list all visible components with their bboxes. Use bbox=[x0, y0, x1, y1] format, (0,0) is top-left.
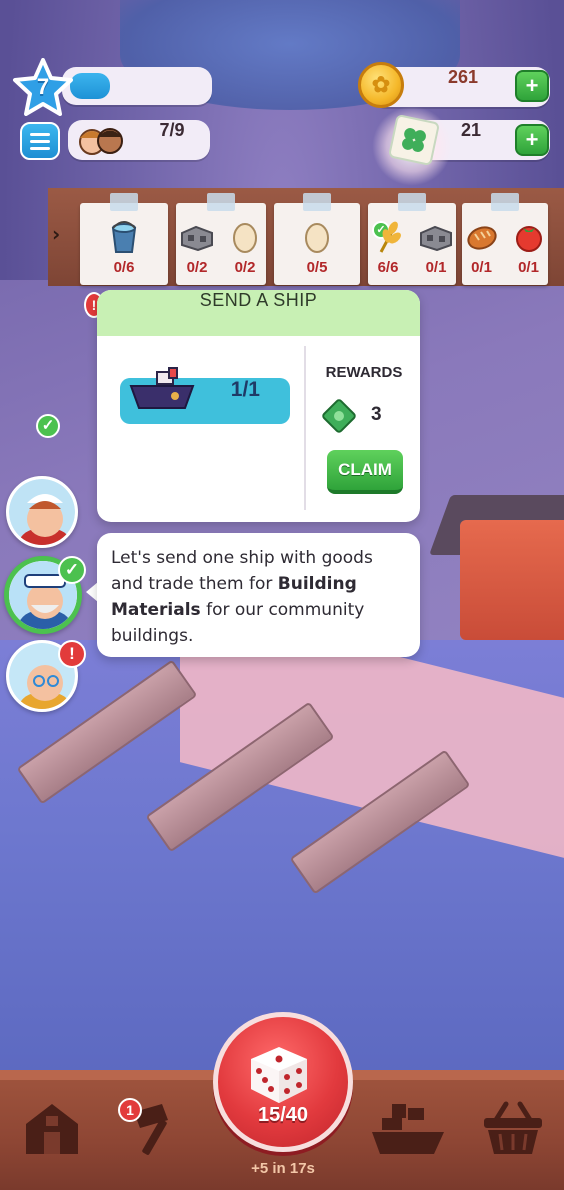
order-count: 0/6 bbox=[113, 259, 135, 276]
claim-button[interactable]: CLAIM bbox=[327, 450, 403, 494]
add-clovers-button[interactable]: + bbox=[515, 124, 549, 156]
bread-icon bbox=[466, 219, 498, 255]
cash-icon bbox=[322, 399, 356, 433]
order-count: 0/1 bbox=[518, 259, 539, 276]
wheat-icon bbox=[373, 219, 403, 255]
tomato-icon bbox=[514, 219, 544, 255]
dice-refill-timer: +5 in 17s bbox=[251, 1160, 315, 1177]
order-card[interactable]: 0/1 0/1 bbox=[462, 193, 548, 285]
dice-icon bbox=[251, 1047, 307, 1103]
reward-count: 3 bbox=[371, 404, 382, 425]
egg-icon bbox=[304, 219, 330, 255]
xp-bar bbox=[62, 67, 212, 105]
order-count: 0/1 bbox=[425, 259, 447, 276]
send-ship-card: SEND A SHIP 1/1 REWARDS 3 CLAIM bbox=[97, 290, 420, 522]
dice-count: 15/40 bbox=[257, 1104, 309, 1126]
egg-icon bbox=[232, 219, 258, 255]
cargo-ship-icon[interactable] bbox=[370, 1098, 446, 1158]
barn-building[interactable] bbox=[460, 520, 564, 640]
order-card[interactable]: 0/2 0/2 bbox=[176, 193, 266, 285]
order-card[interactable]: ✓ 6/6 0/1 bbox=[368, 193, 456, 285]
level-number: 7 bbox=[36, 74, 50, 99]
clover-icon bbox=[387, 113, 441, 167]
population-count: 7/9 bbox=[159, 120, 185, 140]
rewards-label: REWARDS bbox=[325, 364, 403, 381]
barn-icon[interactable] bbox=[20, 1098, 84, 1158]
ship-icon bbox=[129, 367, 195, 409]
menu-button[interactable] bbox=[20, 122, 60, 160]
order-count: 0/2 bbox=[234, 259, 256, 276]
avatar-chef[interactable] bbox=[6, 476, 78, 548]
order-count: 6/6 bbox=[377, 259, 399, 276]
cinder-block-icon bbox=[419, 219, 453, 255]
checkmark-icon: ✓ bbox=[58, 556, 86, 584]
bucket-icon bbox=[109, 219, 139, 255]
roll-dice-button[interactable] bbox=[213, 1012, 353, 1152]
level-badge[interactable]: 7 bbox=[12, 58, 74, 116]
coins-count: 261 bbox=[447, 67, 479, 87]
card-title: SEND A SHIP bbox=[97, 290, 420, 336]
order-count: 0/5 bbox=[306, 259, 328, 276]
order-count: 0/1 bbox=[471, 259, 492, 276]
order-card[interactable]: 0/5 bbox=[274, 193, 360, 285]
basket-icon[interactable] bbox=[480, 1098, 546, 1158]
build-badge: 1 bbox=[118, 1098, 142, 1122]
add-coins-button[interactable]: + bbox=[515, 70, 549, 102]
dialogue-bubble: Let's send one ship with goods and trade… bbox=[97, 533, 420, 657]
checkmark-icon: ✓ bbox=[36, 414, 60, 438]
xp-bar-fill bbox=[70, 73, 110, 99]
order-count: 0/2 bbox=[186, 259, 208, 276]
population-pill[interactable]: 7/9 bbox=[68, 120, 210, 160]
ship-progress: 1/1 bbox=[230, 378, 260, 401]
alert-icon: ! bbox=[58, 640, 86, 668]
menu-icon bbox=[30, 132, 50, 136]
coin-icon: ✿ bbox=[358, 62, 404, 108]
order-card[interactable]: 0/6 bbox=[80, 193, 168, 285]
villagers-icon bbox=[79, 128, 123, 155]
chevron-right-icon[interactable]: › bbox=[52, 222, 60, 246]
cinder-block-icon bbox=[180, 219, 214, 255]
